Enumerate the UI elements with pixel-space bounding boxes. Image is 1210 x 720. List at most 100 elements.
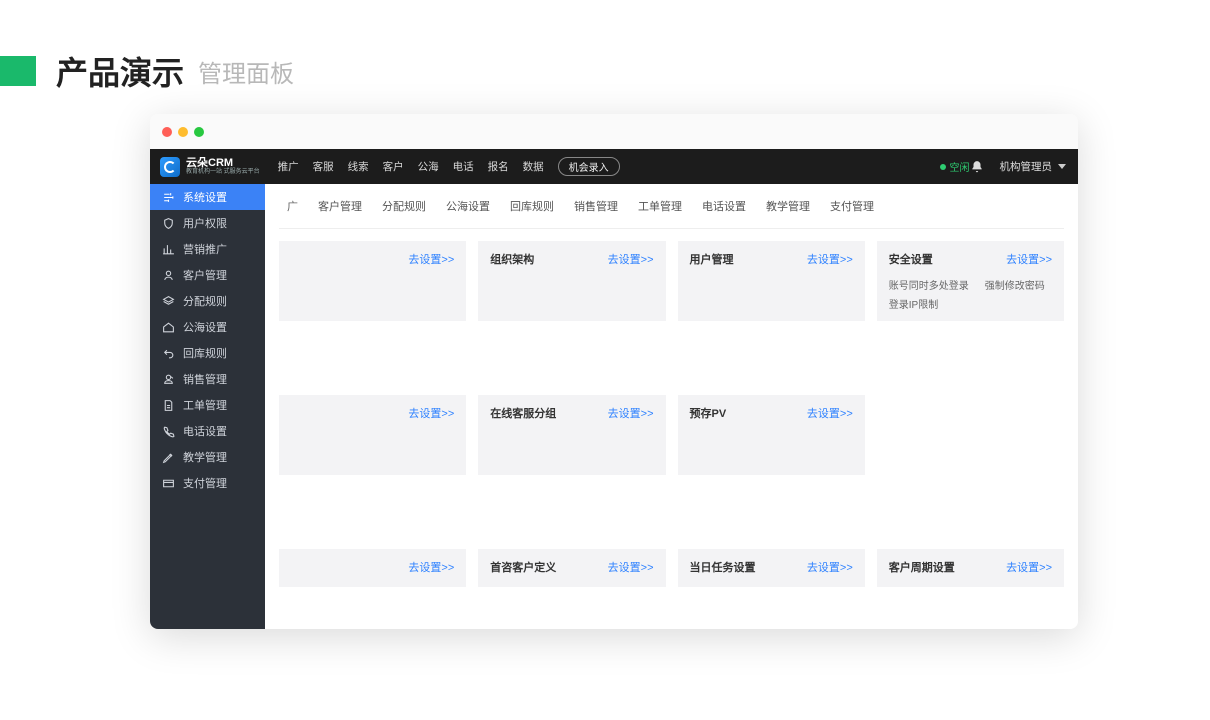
card-title: 组织架构 xyxy=(490,251,534,267)
topnav-item[interactable]: 电话 xyxy=(453,159,474,174)
sidebar-item[interactable]: 支付管理 xyxy=(150,470,265,496)
card-grid: 去设置>>组织架构去设置>>用户管理去设置>>安全设置去设置>>账号同时多处登录… xyxy=(279,229,1064,587)
tab[interactable]: 客户管理 xyxy=(310,194,370,218)
settings-card: 当日任务设置 去设置>> xyxy=(678,549,865,587)
sidebar-item[interactable]: 回库规则 xyxy=(150,340,265,366)
settings-card: 预存PV去设置>> xyxy=(678,395,865,475)
settings-card: 在线客服分组 去设置>> xyxy=(478,395,665,475)
card-link[interactable]: 去设置>> xyxy=(608,251,654,267)
user-label: 机构管理员 xyxy=(1000,159,1053,174)
settings-card: 去设置>> xyxy=(279,395,466,475)
card-link[interactable]: 去设置>> xyxy=(807,559,853,575)
sliders-icon xyxy=(162,191,175,204)
sidebar: 系统设置用户权限营销推广客户管理分配规则公海设置回库规则销售管理工单管理电话设置… xyxy=(150,184,265,629)
tab[interactable]: 销售管理 xyxy=(566,194,626,218)
card-link[interactable]: 去设置>> xyxy=(807,405,853,421)
sidebar-item-label: 公海设置 xyxy=(183,319,227,335)
doc-icon xyxy=(162,399,175,412)
minimize-dot[interactable] xyxy=(178,127,188,137)
sidebar-item[interactable]: 销售管理 xyxy=(150,366,265,392)
house-icon xyxy=(162,321,175,334)
sidebar-item-label: 营销推广 xyxy=(183,241,227,257)
sidebar-item-label: 教学管理 xyxy=(183,449,227,465)
page-title: 产品演示 xyxy=(56,48,184,94)
brand-name: 云朵CRM xyxy=(186,158,260,169)
sidebar-item-label: 回库规则 xyxy=(183,345,227,361)
card-title: 客户周期设置 xyxy=(889,559,955,575)
settings-card: 去设置>> xyxy=(279,241,466,321)
close-dot[interactable] xyxy=(162,127,172,137)
card-link[interactable]: 去设置>> xyxy=(608,559,654,575)
row-gap xyxy=(279,487,1064,537)
topnav-item[interactable]: 报名 xyxy=(488,159,509,174)
sidebar-item-label: 支付管理 xyxy=(183,475,227,491)
sidebar-item-label: 用户权限 xyxy=(183,215,227,231)
status-indicator: 空闲 xyxy=(940,159,970,174)
window-titlebar xyxy=(150,114,1078,149)
tab[interactable]: 公海设置 xyxy=(438,194,498,218)
tab[interactable]: 支付管理 xyxy=(822,194,882,218)
tab[interactable]: 分配规则 xyxy=(374,194,434,218)
sidebar-item-label: 电话设置 xyxy=(183,423,227,439)
card-link[interactable]: 去设置>> xyxy=(807,251,853,267)
brand-slogan: 教育机构一站 式服务云平台 xyxy=(186,169,260,175)
settings-card: 去设置>> xyxy=(279,549,466,587)
brand-icon xyxy=(160,157,180,177)
brand[interactable]: 云朵CRM 教育机构一站 式服务云平台 xyxy=(150,157,270,177)
sidebar-item[interactable]: 系统设置 xyxy=(150,184,265,210)
card-sub: 账号同时多处登录 xyxy=(889,277,969,292)
accent-block xyxy=(0,56,36,86)
card-title: 当日任务设置 xyxy=(690,559,756,575)
settings-card: 组织架构 去设置>> xyxy=(478,241,665,321)
user-menu[interactable]: 机构管理员 xyxy=(1000,159,1067,174)
zoom-dot[interactable] xyxy=(194,127,204,137)
settings-card: 安全设置去设置>>账号同时多处登录强制修改密码登录IP限制 xyxy=(877,241,1064,321)
card-link[interactable]: 去设置>> xyxy=(1006,251,1052,267)
card-link[interactable]: 去设置>> xyxy=(408,405,454,421)
topnav-item[interactable]: 数据 xyxy=(523,159,544,174)
sidebar-item[interactable]: 客户管理 xyxy=(150,262,265,288)
tab[interactable]: 教学管理 xyxy=(758,194,818,218)
sidebar-item-label: 销售管理 xyxy=(183,371,227,387)
window: 云朵CRM 教育机构一站 式服务云平台 推广客服线索客户公海电话报名数据 机会录… xyxy=(150,114,1078,629)
topnav-item[interactable]: 客户 xyxy=(383,159,404,174)
status-dot-icon xyxy=(940,164,946,170)
sidebar-item-label: 分配规则 xyxy=(183,293,227,309)
card-link[interactable]: 去设置>> xyxy=(608,405,654,421)
tab[interactable]: 工单管理 xyxy=(630,194,690,218)
sidebar-item[interactable]: 公海设置 xyxy=(150,314,265,340)
sidebar-item[interactable]: 工单管理 xyxy=(150,392,265,418)
topnav-item[interactable]: 推广 xyxy=(278,159,299,174)
topnav-item[interactable]: 线索 xyxy=(348,159,369,174)
bell-icon[interactable] xyxy=(970,160,984,174)
tab[interactable]: 广 xyxy=(279,194,306,218)
settings-card: 客户周期设置 去设置>> xyxy=(877,549,1064,587)
tab[interactable]: 回库规则 xyxy=(502,194,562,218)
tab[interactable]: 电话设置 xyxy=(694,194,754,218)
sidebar-item-label: 工单管理 xyxy=(183,397,227,413)
record-entry-button[interactable]: 机会录入 xyxy=(558,157,620,176)
topnav-item[interactable]: 客服 xyxy=(313,159,334,174)
status-text: 空闲 xyxy=(950,159,970,174)
sidebar-item[interactable]: 电话设置 xyxy=(150,418,265,444)
card-sub: 强制修改密码 xyxy=(985,277,1045,292)
user-icon xyxy=(162,269,175,282)
pencil-icon xyxy=(162,451,175,464)
card-icon xyxy=(162,477,175,490)
sidebar-item[interactable]: 用户权限 xyxy=(150,210,265,236)
settings-card: 首咨客户定义去设置>> xyxy=(478,549,665,587)
tabs: 广客户管理分配规则公海设置回库规则销售管理工单管理电话设置教学管理支付管理 xyxy=(279,184,1064,229)
sidebar-item[interactable]: 分配规则 xyxy=(150,288,265,314)
card-title: 用户管理 xyxy=(690,251,734,267)
card-link[interactable]: 去设置>> xyxy=(1006,559,1052,575)
sidebar-item[interactable]: 教学管理 xyxy=(150,444,265,470)
topnav: 云朵CRM 教育机构一站 式服务云平台 推广客服线索客户公海电话报名数据 机会录… xyxy=(150,149,1078,184)
topnav-item[interactable]: 公海 xyxy=(418,159,439,174)
sidebar-item[interactable]: 营销推广 xyxy=(150,236,265,262)
card-link[interactable]: 去设置>> xyxy=(408,251,454,267)
card-title: 在线客服分组 xyxy=(490,405,556,421)
card-link[interactable]: 去设置>> xyxy=(408,559,454,575)
card-sub: 登录IP限制 xyxy=(889,296,938,311)
phone-icon xyxy=(162,425,175,438)
page-subtitle: 管理面板 xyxy=(198,54,294,89)
